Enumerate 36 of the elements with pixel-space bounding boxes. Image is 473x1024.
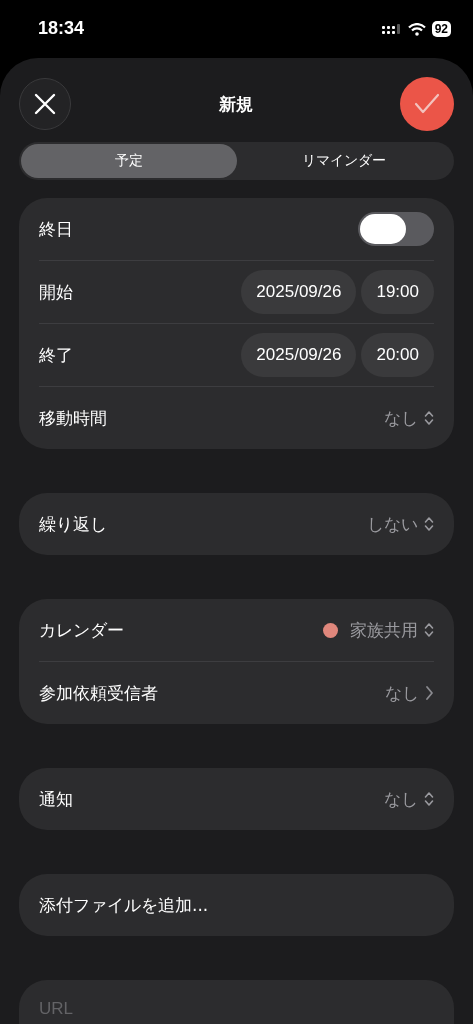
row-label: 移動時間: [39, 406, 107, 430]
chevron-right-icon: [425, 685, 434, 701]
done-button[interactable]: [400, 77, 454, 131]
picker-value[interactable]: しない: [367, 512, 418, 536]
picker-value[interactable]: なし: [384, 406, 418, 430]
url-field[interactable]: URL: [19, 980, 454, 1024]
up-down-chevron-icon: [424, 622, 434, 638]
row-label: 開始: [39, 280, 73, 304]
wifi-icon: [407, 22, 426, 36]
add-attachment-link[interactable]: 添付ファイルを追加...: [39, 893, 209, 917]
row-label: カレンダー: [39, 618, 124, 642]
segment-tab[interactable]: 予定: [21, 144, 237, 178]
time-button[interactable]: 20:00: [361, 333, 434, 377]
battery-indicator: 92: [431, 21, 451, 37]
time-button[interactable]: 19:00: [361, 270, 434, 314]
date-button[interactable]: 2025/09/26: [241, 333, 357, 377]
row-label: 繰り返し: [39, 512, 107, 536]
sheet-title: 新規: [218, 92, 253, 116]
segment-tab[interactable]: リマインダー: [236, 144, 452, 178]
close-icon: [34, 93, 56, 115]
checkmark-icon: [414, 93, 440, 115]
row-label: 参加依頼受信者: [39, 681, 158, 705]
up-down-chevron-icon: [424, 791, 434, 807]
up-down-chevron-icon: [424, 410, 434, 426]
toggle-switch[interactable]: [358, 212, 434, 246]
picker-value[interactable]: なし: [384, 787, 418, 811]
signal-icon: [381, 22, 402, 36]
picker-value[interactable]: なし: [385, 681, 419, 705]
date-button[interactable]: 2025/09/26: [241, 270, 357, 314]
row-label: 終了: [39, 343, 73, 367]
row-label: 通知: [39, 787, 73, 811]
picker-value[interactable]: 家族共用: [350, 618, 418, 642]
status-time: 18:34: [38, 18, 85, 39]
row-label: 終日: [39, 217, 73, 241]
close-button[interactable]: [19, 78, 71, 130]
up-down-chevron-icon: [424, 516, 434, 532]
